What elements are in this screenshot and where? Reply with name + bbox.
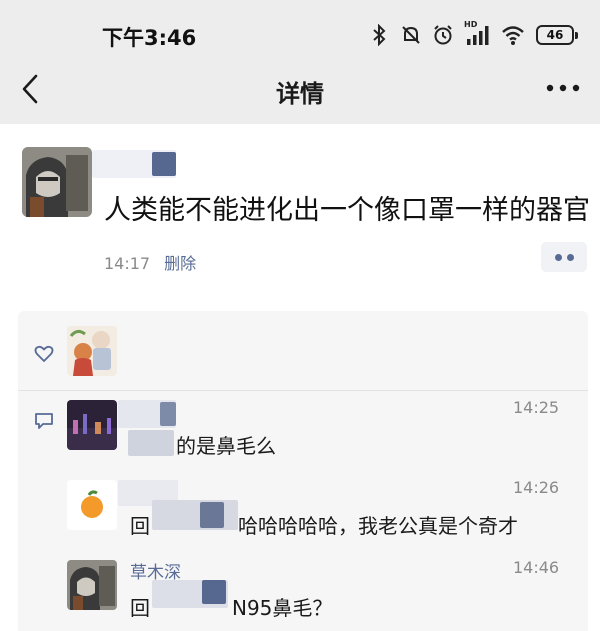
dot: [555, 254, 562, 261]
comment-text[interactable]: N95鼻毛？: [232, 592, 332, 621]
divider: [18, 390, 588, 391]
liker-avatar[interactable]: [67, 326, 117, 376]
cell-signal-icon: HD: [464, 20, 490, 46]
text-mask: [128, 430, 174, 456]
author-name[interactable]: [92, 150, 176, 180]
status-bar: 下午3:46 HD 46: [0, 0, 600, 60]
heart-icon: [34, 345, 54, 362]
author-avatar[interactable]: [22, 147, 92, 217]
bluetooth-icon: [373, 24, 386, 46]
comment-text[interactable]: 哈哈哈哈哈，我老公真是个奇才: [238, 510, 518, 539]
name-mask: [160, 402, 176, 426]
dot: [567, 254, 574, 261]
commenter-avatar[interactable]: [67, 480, 117, 530]
name-mask: [200, 502, 224, 528]
reply-prefix: 回: [130, 596, 150, 620]
more-icon[interactable]: [544, 78, 582, 98]
like-comment-button[interactable]: [541, 242, 587, 272]
mute-icon: [402, 26, 420, 44]
comment-icon: [35, 413, 53, 429]
wifi-icon: [502, 26, 524, 45]
commenter-avatar[interactable]: [67, 400, 117, 450]
commenter-avatar[interactable]: [67, 560, 117, 610]
nav-bar: 详情: [0, 60, 600, 124]
comment-time: 14:25: [513, 398, 560, 417]
comment-time: 14:46: [513, 558, 560, 577]
post-time: 14:17: [104, 254, 151, 273]
reply-target-mask[interactable]: [152, 500, 238, 530]
comment-text[interactable]: 的是鼻毛么: [176, 430, 276, 459]
delete-link[interactable]: 删除: [164, 254, 196, 273]
name-mask: [202, 580, 226, 604]
post-text: 人类能不能进化出一个像口罩一样的器官: [104, 195, 590, 226]
status-time: 下午3:46: [102, 26, 197, 50]
battery-icon: 46: [536, 25, 578, 45]
post-meta: 14:17 删除: [104, 250, 196, 274]
page-title: 详情: [276, 80, 324, 108]
comment-time: 14:26: [513, 478, 560, 497]
alarm-icon: [434, 25, 452, 45]
reply-prefix: 回: [130, 514, 150, 538]
status-icons: HD 46: [368, 20, 578, 48]
